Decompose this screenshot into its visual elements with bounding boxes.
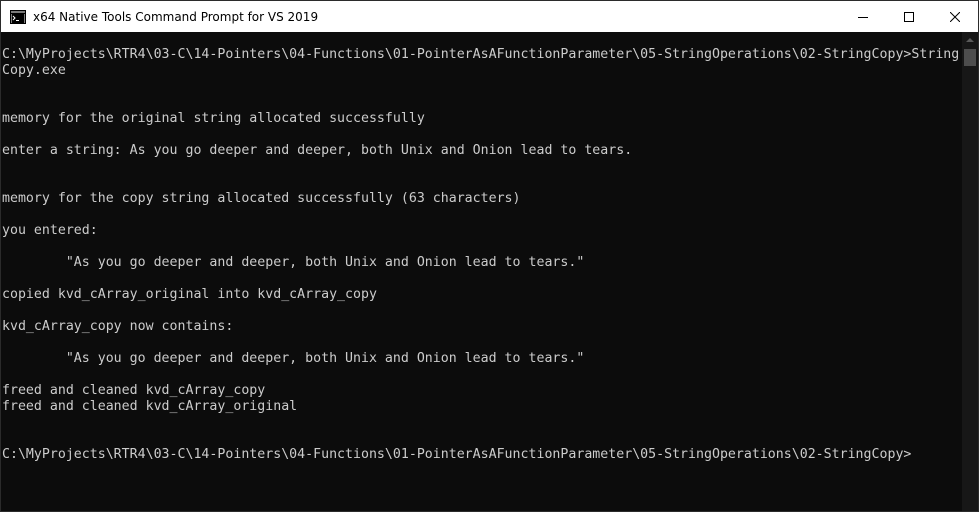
console-line: "As you go deeper and deeper, both Unix … <box>2 351 585 366</box>
console-line: freed and cleaned kvd_cArray_original <box>2 399 298 414</box>
close-icon <box>950 11 960 22</box>
maximize-icon <box>904 11 914 22</box>
window-controls <box>840 1 978 32</box>
console-line: memory for the copy string allocated suc… <box>2 191 521 206</box>
minimize-button[interactable] <box>840 1 886 32</box>
console-line: freed and cleaned kvd_cArray_copy <box>2 383 266 398</box>
minimize-icon <box>858 16 868 18</box>
console-line: you entered: <box>2 223 98 238</box>
vertical-scrollbar[interactable] <box>962 32 978 511</box>
console-line: kvd_cArray_copy now contains: <box>2 319 234 334</box>
console-output[interactable]: C:\MyProjects\RTR4\03-C\14-Pointers\04-F… <box>1 32 963 511</box>
window-title: x64 Native Tools Command Prompt for VS 2… <box>33 9 319 24</box>
scrollbar-thumb[interactable] <box>964 49 976 66</box>
title-bar[interactable]: x64 Native Tools Command Prompt for VS 2… <box>1 1 978 32</box>
console-line: memory for the original string allocated… <box>2 111 425 126</box>
console-line: enter a string: As you go deeper and dee… <box>2 143 633 158</box>
console-line: C:\MyProjects\RTR4\03-C\14-Pointers\04-F… <box>2 47 960 62</box>
console-line: "As you go deeper and deeper, both Unix … <box>2 255 585 270</box>
console-line: copied kvd_cArray_original into kvd_cArr… <box>2 287 377 302</box>
command-prompt-icon <box>10 9 26 24</box>
maximize-button[interactable] <box>886 1 932 32</box>
close-button[interactable] <box>932 1 978 32</box>
command-prompt-line: C:\MyProjects\RTR4\03-C\14-Pointers\04-F… <box>2 447 912 462</box>
scroll-up-arrow-icon[interactable] <box>966 38 974 42</box>
console-window: x64 Native Tools Command Prompt for VS 2… <box>0 0 979 512</box>
console-line: Copy.exe <box>2 63 66 78</box>
